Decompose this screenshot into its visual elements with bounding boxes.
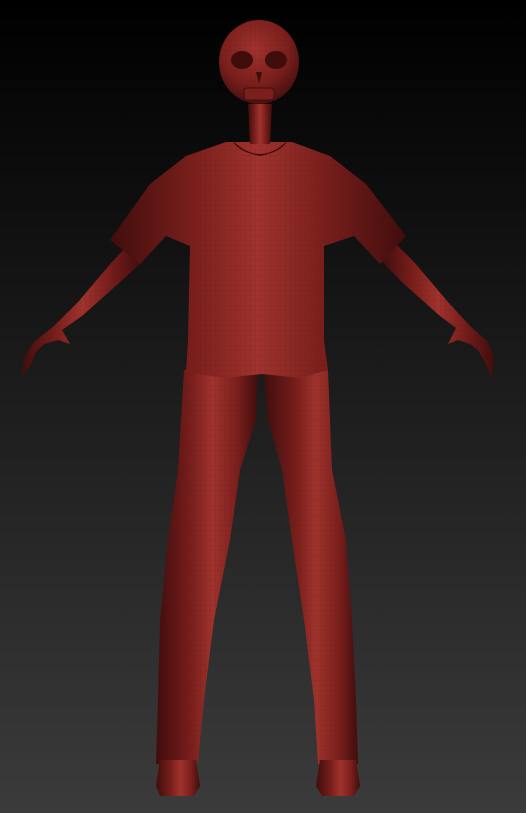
viewport-canvas[interactable] <box>0 0 526 813</box>
neck <box>248 104 272 144</box>
sculpt-view[interactable] <box>0 0 526 813</box>
right-eye-socket <box>265 51 287 69</box>
left-foot <box>156 760 200 796</box>
left-eye-socket <box>231 51 253 69</box>
right-foot <box>316 760 360 796</box>
skull-teeth <box>243 87 275 101</box>
